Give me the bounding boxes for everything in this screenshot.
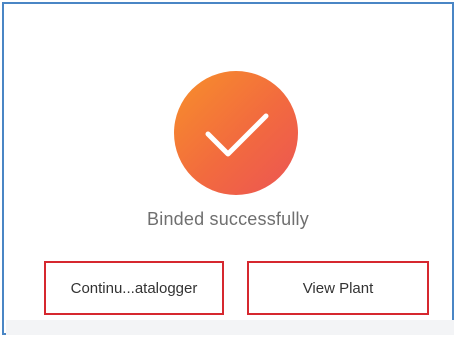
success-message: Binded successfully <box>147 209 309 229</box>
bottom-footer-strip <box>6 320 454 335</box>
success-checkmark-icon <box>174 71 298 195</box>
view-plant-button-label: View Plant <box>302 279 374 297</box>
continue-add-datalogger-button[interactable]: Continu...atalogger <box>44 261 224 315</box>
continue-button-label: Continu...atalogger <box>70 279 198 297</box>
view-plant-button[interactable]: View Plant <box>247 261 429 315</box>
bind-result-panel: Binded successfully Continu...atalogger … <box>2 2 454 335</box>
checkmark-icon <box>205 113 269 157</box>
